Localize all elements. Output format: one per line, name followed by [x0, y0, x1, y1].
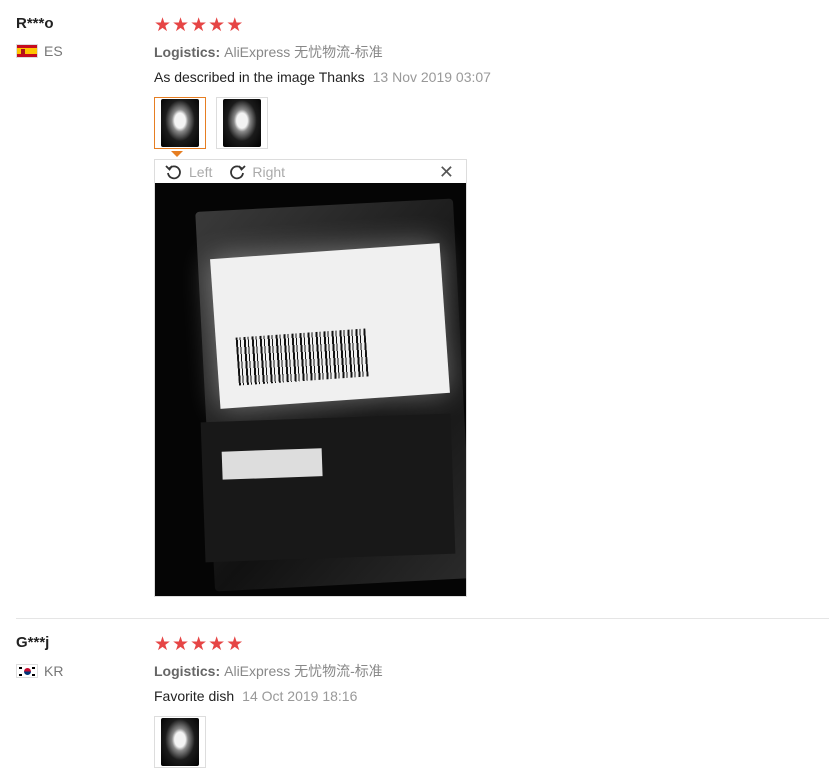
photo-viewer: Left Right ✕ — [154, 159, 467, 597]
rotate-right-button[interactable]: Right — [228, 163, 285, 181]
star-icon: ★ — [226, 15, 244, 36]
logistics-info: Logistics: AliExpress 无忧物流-标准 — [154, 661, 383, 681]
korea-flag-icon — [16, 664, 38, 678]
active-thumb-indicator — [171, 151, 183, 157]
logistics-info: Logistics: AliExpress 无忧物流-标准 — [154, 42, 383, 62]
rotate-right-label: Right — [252, 163, 286, 180]
star-icon: ★ — [172, 15, 190, 36]
star-icon: ★ — [226, 634, 244, 655]
viewer-toolbar: Left Right ✕ — [155, 160, 466, 183]
review-photo-large — [155, 183, 466, 596]
rotate-left-icon — [165, 164, 181, 179]
logistics-value: AliExpress 无忧物流-标准 — [224, 663, 383, 679]
star-rating: ★ ★ ★ ★ ★ — [154, 16, 243, 35]
country-code: ES — [44, 43, 63, 59]
close-icon[interactable]: ✕ — [439, 162, 454, 183]
review-divider — [16, 618, 829, 619]
review-photo-thumbnail[interactable] — [154, 716, 206, 768]
star-icon: ★ — [172, 634, 190, 655]
reviewer-country: ES — [16, 43, 63, 59]
review-date: 13 Nov 2019 03:07 — [372, 69, 491, 85]
comment-text: Favorite dish — [154, 688, 235, 704]
star-icon: ★ — [208, 634, 226, 655]
review-photo-thumbnail[interactable] — [216, 97, 268, 149]
star-icon: ★ — [154, 634, 172, 655]
star-icon: ★ — [154, 15, 172, 36]
rotate-right-icon — [230, 164, 246, 179]
reviewer-name: R***o — [16, 15, 54, 32]
star-icon: ★ — [190, 15, 208, 36]
logistics-label: Logistics: — [154, 44, 221, 60]
star-icon: ★ — [208, 15, 226, 36]
review-comment: As described in the image Thanks 13 Nov 2… — [154, 69, 491, 85]
rotate-left-label: Left — [189, 163, 213, 180]
comment-text: As described in the image Thanks — [154, 69, 365, 85]
review-date: 14 Oct 2019 18:16 — [242, 688, 358, 704]
review-comment: Favorite dish 14 Oct 2019 18:16 — [154, 688, 357, 704]
logistics-value: AliExpress 无忧物流-标准 — [224, 44, 383, 60]
rotate-left-button[interactable]: Left — [165, 163, 212, 181]
country-code: KR — [44, 663, 64, 679]
spain-flag-icon — [16, 44, 38, 58]
star-icon: ★ — [190, 634, 208, 655]
logistics-label: Logistics: — [154, 663, 221, 679]
star-rating: ★ ★ ★ ★ ★ — [154, 635, 243, 654]
reviewer-country: KR — [16, 663, 63, 679]
reviewer-name: G***j — [16, 634, 50, 651]
review-photo-thumbnail[interactable] — [154, 97, 206, 149]
